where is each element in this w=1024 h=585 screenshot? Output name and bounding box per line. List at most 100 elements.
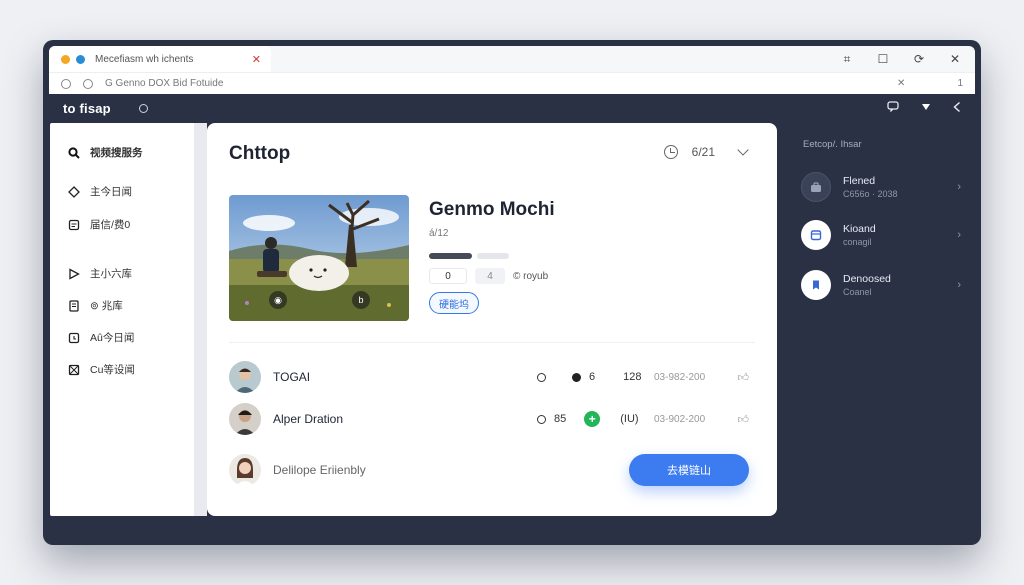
primary-cta-button[interactable]: 去模链山 (629, 454, 749, 486)
row-stats: 85 + (IU) (537, 411, 639, 427)
browser-tab[interactable]: Mecefiasm wh ichents ✕ (49, 46, 271, 72)
product-subtitle: á/12 (429, 228, 449, 239)
address-bar[interactable]: G Genno DOX Bid Fotuide ✕ 1 (49, 72, 975, 94)
dot-icon (572, 372, 581, 382)
sidebar-item-today[interactable]: 主今日闻 (68, 184, 132, 199)
status-circle-icon (138, 103, 148, 113)
avatar (229, 403, 261, 435)
stat-a: 0 (429, 268, 467, 284)
header-actions (887, 101, 961, 116)
progress-filled (429, 253, 472, 259)
search-icon (68, 146, 80, 159)
table-row[interactable]: TOGAI 6 128 03-982-200 👍︎ (229, 359, 755, 395)
close-window-icon[interactable]: ✕ (949, 52, 961, 67)
tab-close-icon[interactable]: ✕ (252, 53, 261, 66)
briefcase-icon (801, 172, 831, 202)
add-icon[interactable]: + (584, 411, 601, 427)
product-stats: 0 4 © royub (429, 268, 548, 284)
product-thumbnail[interactable]: ◉ b (229, 195, 409, 321)
row-stat-count: 85 (554, 413, 567, 425)
sidebar-item-messages[interactable]: 届信/费0 (68, 217, 130, 232)
date-selector[interactable]: 6/21 (663, 144, 749, 159)
row-name: Alper Dration (273, 412, 344, 426)
date-value: 6/21 (691, 145, 715, 159)
reload-icon[interactable] (83, 78, 93, 89)
right-panel-title: Eetcop/. Ihsar (803, 139, 862, 150)
page-icon (68, 219, 80, 231)
chevron-down-icon[interactable] (737, 144, 749, 156)
row-stat-value: (IU) (620, 413, 639, 425)
address-count: 1 (957, 78, 963, 89)
sidebar-item-label: 视频搜服务 (90, 147, 143, 159)
right-panel-item-sub: C656o · 2038 (843, 189, 898, 199)
info-button-icon[interactable]: b (352, 291, 370, 309)
right-panel-item-name: Denoosed (843, 273, 891, 285)
clear-address-icon[interactable]: ✕ (897, 78, 905, 89)
chevron-right-icon: › (957, 181, 961, 193)
dropdown-triangle-icon[interactable] (921, 102, 931, 114)
progress-remaining (477, 253, 509, 259)
right-panel-item-flened[interactable]: Flened C656o · 2038 › (801, 170, 961, 204)
product-title: Genmo Mochi (429, 199, 555, 220)
row-name: TOGAI (273, 370, 311, 384)
crop-icon[interactable]: ⌗ (841, 52, 853, 67)
sidebar-item-label: Cu等设闻 (90, 364, 135, 376)
sidebar-item-video-search[interactable]: 视频搜服务 (68, 145, 143, 160)
app-window: Mecefiasm wh ichents ✕ ⌗ ☐ ⟳ ✕ G Genno D… (43, 40, 981, 545)
sidebar-divider (194, 123, 207, 516)
window-controls: ⌗ ☐ ⟳ ✕ (841, 52, 961, 67)
bookmark-icon (801, 270, 831, 300)
play-icon (68, 267, 80, 280)
chevron-right-icon: › (957, 279, 961, 291)
product-action-button[interactable]: 硬能坞 (429, 292, 479, 314)
stat-label: © royub (513, 270, 549, 282)
table-row[interactable]: Alper Dration 85 + (IU) 03-902-200 👍︎ (229, 401, 755, 437)
row-name: Delilope Eriienbly (273, 463, 366, 477)
tab-title: Mecefiasm wh ichents (95, 53, 194, 65)
app-title: to fisap (63, 100, 111, 116)
right-panel-item-text: Flened C656o · 2038 (843, 175, 898, 199)
row-stat-count: 6 (589, 371, 596, 383)
thumbs-up-icon[interactable]: 👍︎ (738, 371, 750, 384)
sidebar-item-calendar[interactable]: Aû今日闻 (68, 330, 134, 345)
thumbs-up-icon[interactable]: 👍︎ (738, 413, 750, 426)
address-text[interactable]: G Genno DOX Bid Fotuide (105, 78, 885, 89)
chevron-right-icon: › (957, 229, 961, 241)
sidebar-item-archive[interactable]: ⊚ 兆库 (68, 298, 123, 313)
section-divider (229, 342, 755, 343)
product-progress (429, 253, 509, 259)
stat-b: 4 (475, 268, 505, 284)
diamond-icon (68, 185, 80, 198)
row-stats: 6 128 (537, 371, 641, 383)
right-panel-item-name: Kioand (843, 223, 876, 235)
main-card: Chttop 6/21 ◉ b Genmo Mochi á/12 0 4 © r… (207, 123, 777, 516)
right-panel-item-sub: Coanel (843, 287, 872, 297)
avatar (229, 361, 261, 393)
clock-icon (663, 145, 678, 159)
refresh-icon[interactable]: ⟳ (913, 52, 925, 67)
row-date: 03-982-200 (654, 371, 706, 383)
right-panel-item-name: Flened (843, 175, 876, 187)
avatar (229, 454, 261, 486)
page-title: Chttop (229, 143, 291, 164)
product-illustration (229, 195, 409, 321)
sidebar-item-label: 主小六库 (90, 268, 132, 280)
ring-icon (537, 414, 546, 424)
sidebar: 视频搜服务 主今日闻 届信/费0 主小六库 ⊚ 兆库 Aû今日闻 Cu等设闻 (50, 123, 194, 516)
calendar-badge-icon (801, 220, 831, 250)
chat-icon[interactable] (887, 101, 899, 115)
right-panel-item-kioand[interactable]: Kioand conagil › (801, 218, 961, 252)
play-button-icon[interactable]: ◉ (269, 291, 287, 309)
right-panel-item-text: Denoosed Coanel (843, 273, 891, 297)
back-icon[interactable] (61, 78, 71, 89)
sidebar-item-label: 主今日闻 (90, 186, 132, 198)
row-stat-value: 128 (623, 371, 642, 383)
sidebar-item-label: ⊚ 兆库 (90, 300, 123, 312)
restore-icon[interactable]: ☐ (877, 52, 889, 67)
sidebar-item-settings[interactable]: Cu等设闻 (68, 362, 135, 377)
collapse-chevron-icon[interactable] (953, 101, 961, 116)
right-panel-item-denoosed[interactable]: Denoosed Coanel › (801, 268, 961, 302)
app-header: to fisap (49, 94, 975, 122)
sidebar-item-library[interactable]: 主小六库 (68, 266, 132, 281)
row-date: 03-902-200 (654, 413, 706, 425)
